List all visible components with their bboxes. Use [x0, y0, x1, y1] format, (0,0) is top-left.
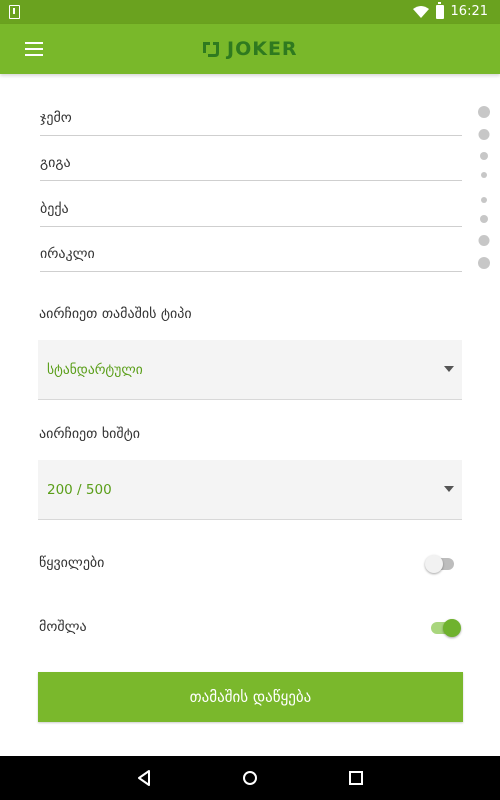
penalty-label: აირჩიეთ ხიშტი: [39, 426, 141, 442]
dropdown-arrow-icon: [444, 366, 454, 372]
player-list: [40, 90, 462, 272]
logo-mark-icon: [203, 42, 219, 57]
player-name-input-2[interactable]: [40, 155, 462, 171]
indicator-dot: [480, 215, 488, 223]
player-field: [40, 227, 462, 272]
player-name-input-4[interactable]: [40, 246, 462, 262]
indicator-dot: [478, 129, 490, 140]
logo: JOKER: [201, 36, 298, 62]
logo-text: JOKER: [227, 38, 298, 60]
wifi-icon: [412, 5, 429, 18]
start-game-button[interactable]: თამაშის დაწყება: [38, 672, 463, 722]
indicator-dot: [480, 152, 488, 160]
home-icon[interactable]: [240, 768, 260, 788]
erase-toggle-label: მოშლა: [39, 619, 87, 635]
indicator-dot: [481, 172, 487, 178]
penalty-select[interactable]: 200 / 500: [38, 460, 462, 520]
pairs-toggle-label: წყვილები: [39, 555, 105, 571]
game-type-select[interactable]: სტანდარტული: [38, 340, 462, 400]
indicator-dot: [478, 106, 490, 118]
status-time: 16:21: [450, 4, 488, 19]
navigation-bar: [0, 756, 500, 800]
player-field: [40, 90, 462, 136]
game-type-value: სტანდარტული: [47, 362, 143, 378]
player-field: [40, 181, 462, 227]
indicator-dot: [478, 257, 490, 269]
player-name-input-1[interactable]: [40, 109, 462, 126]
menu-icon[interactable]: [25, 42, 43, 56]
player-field: [40, 136, 462, 181]
player-name-input-3[interactable]: [40, 200, 462, 217]
pairs-toggle[interactable]: [425, 554, 459, 574]
app-bar: JOKER: [0, 24, 500, 74]
recents-icon[interactable]: [346, 768, 366, 788]
erase-toggle[interactable]: [428, 618, 462, 638]
indicator-dot: [478, 235, 490, 246]
status-bar: 16:21: [0, 0, 500, 24]
penalty-value: 200 / 500: [47, 482, 112, 498]
battery-icon: [435, 1, 444, 19]
game-type-label: აირჩიეთ თამაშის ტიპი: [39, 306, 192, 322]
indicator-dot: [481, 197, 487, 203]
dropdown-arrow-icon: [444, 486, 454, 492]
download-notification-icon: [9, 5, 20, 19]
back-icon[interactable]: [135, 768, 155, 788]
